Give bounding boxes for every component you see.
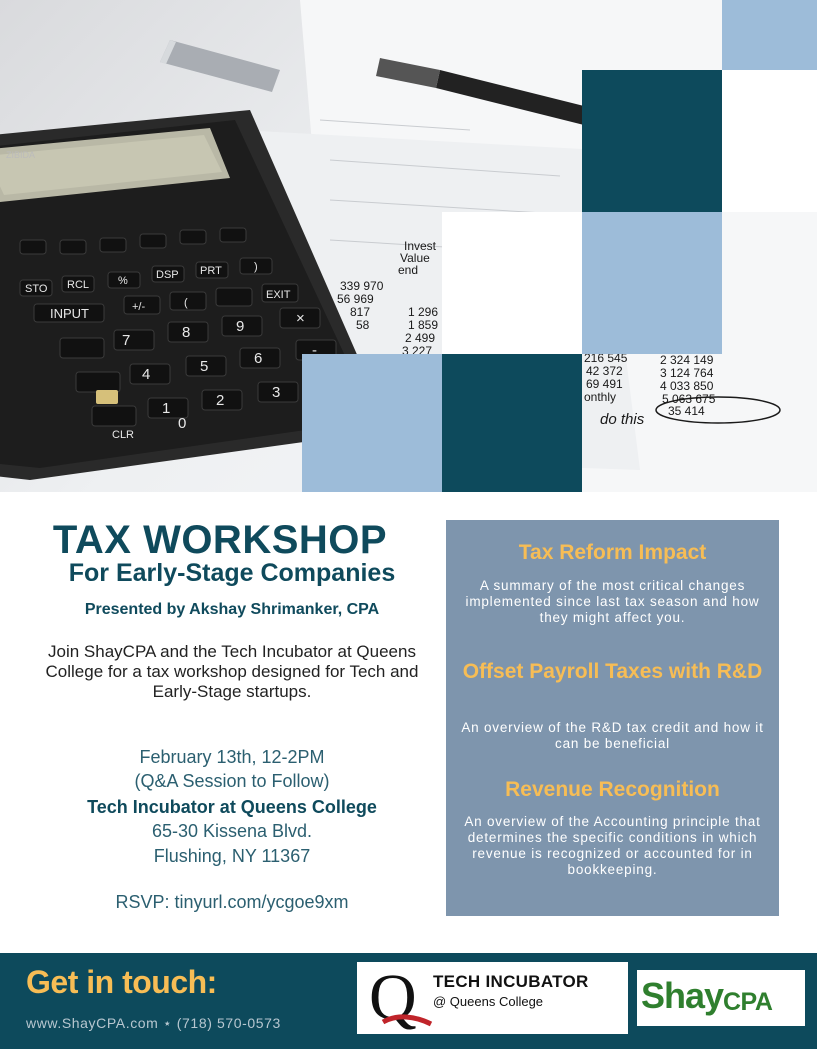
- key-label: 9: [236, 318, 244, 335]
- incubator-subtitle: @ Queens College: [433, 994, 544, 1009]
- key-label: 6: [254, 350, 262, 367]
- key-label: 0: [178, 415, 186, 432]
- key-label: EXIT: [266, 289, 291, 301]
- shaycpa-logo: Shay CPA: [637, 970, 805, 1026]
- presenter-line: Presented by Akshay Shrimanker, CPA: [84, 601, 380, 618]
- topics-box: Tax Reform Impact A summary of the most …: [446, 520, 779, 916]
- key-label: +/-: [132, 301, 145, 313]
- logo-text-shay: Shay: [641, 975, 724, 1016]
- decor-square: [442, 212, 582, 354]
- handwritten-note: do this: [600, 411, 645, 428]
- decor-square: [722, 0, 817, 70]
- intro-paragraph: Join ShayCPA and the Tech Incubator at Q…: [45, 642, 419, 701]
- paper-number: 2 499: [405, 331, 435, 345]
- topic-body: An overview of the R&D tax credit and ho…: [461, 720, 764, 751]
- key-label: 4: [142, 366, 150, 383]
- paper-number: onthly: [584, 390, 616, 404]
- incubator-name: TECH INCUBATOR: [433, 972, 589, 991]
- paper-number: 817: [350, 305, 370, 319]
- event-venue: Tech Incubator at Queens College: [87, 797, 377, 817]
- key-label: 8: [182, 324, 190, 341]
- paper-number: end: [398, 263, 418, 277]
- event-street: 65-30 Kissena Blvd.: [151, 821, 313, 841]
- key-label: 3: [272, 384, 280, 401]
- paper-number: 4 033 850: [660, 379, 714, 393]
- paper-number: 56 969: [337, 292, 374, 306]
- paper-number: 1 859: [408, 318, 438, 332]
- key-label: (: [184, 297, 188, 309]
- key-label: 2: [216, 392, 224, 409]
- paper-number: 2 324 149: [660, 353, 714, 367]
- key-label: INPUT: [50, 306, 89, 321]
- paper-number: 35 414: [668, 404, 705, 418]
- decor-square: [442, 354, 582, 492]
- contact-info[interactable]: www.ShayCPA.com ⋆ (718) 570-0573: [26, 1015, 281, 1032]
- key-label: ×: [296, 310, 305, 327]
- key-label: 7: [122, 332, 130, 349]
- paper-number: 3 124 764: [660, 366, 714, 380]
- topic-body: An overview of the Accounting principle …: [464, 814, 761, 877]
- event-city: Flushing, NY 11367: [153, 846, 311, 866]
- decor-square: [722, 70, 817, 212]
- key-label: 1: [162, 400, 170, 417]
- paper-number: 42 372: [586, 364, 623, 378]
- paper-number: 69 491: [586, 377, 623, 391]
- pen: [160, 40, 280, 92]
- topic-body: A summary of the most critical changes i…: [465, 578, 760, 625]
- key-label: PRT: [200, 265, 222, 277]
- key-label: ): [254, 261, 258, 273]
- decor-square: [302, 354, 442, 492]
- topic-heading: Revenue Recognition: [505, 778, 720, 801]
- topic-heading: Offset Payroll Taxes with R&D: [462, 660, 763, 683]
- event-qa: (Q&A Session to Follow): [134, 771, 330, 791]
- contact-title: Get in touch:: [26, 964, 217, 1000]
- key-label: 5: [200, 358, 208, 375]
- topic-heading: Tax Reform Impact: [518, 541, 707, 564]
- rsvp-link[interactable]: RSVP: tinyurl.com/ycgoe9xm: [0, 892, 464, 913]
- event-title: TAX WORKSHOP: [52, 518, 388, 562]
- tech-incubator-logo: Q TECH INCUBATOR @ Queens College: [357, 962, 628, 1034]
- decor-square: [582, 70, 722, 212]
- key-label: CLR: [112, 429, 134, 441]
- paper-number: 58: [356, 318, 370, 332]
- decor-square: [582, 212, 722, 354]
- key-label: RCL: [67, 279, 89, 291]
- event-subtitle: For Early-Stage Companies: [68, 559, 396, 587]
- event-date: February 13th, 12-2PM: [139, 747, 325, 767]
- paper-number: 1 296: [408, 305, 438, 319]
- key-label: %: [118, 275, 128, 287]
- logo-text-cpa: CPA: [723, 988, 773, 1016]
- calculator-brand: ZIBIDA: [6, 150, 35, 160]
- paper-number: 339 970: [340, 279, 384, 293]
- key-label: DSP: [156, 269, 179, 281]
- key-label: STO: [25, 283, 48, 295]
